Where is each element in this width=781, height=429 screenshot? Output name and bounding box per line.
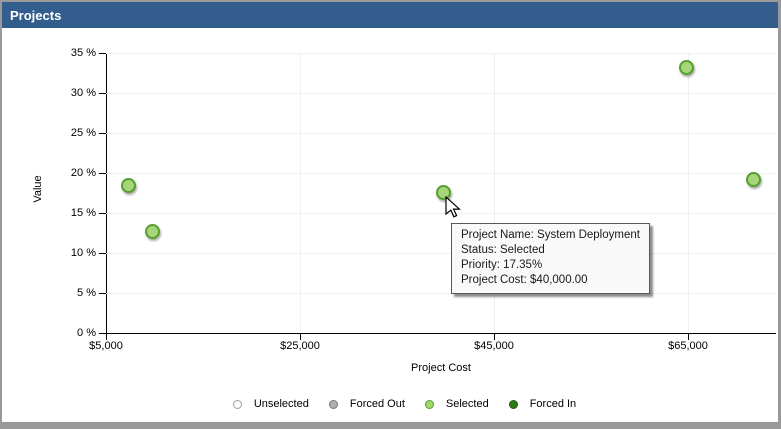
y-tick-mark bbox=[99, 53, 106, 54]
y-tick-mark bbox=[99, 213, 106, 214]
mouse-cursor-icon bbox=[445, 196, 461, 218]
data-point-selected[interactable] bbox=[678, 59, 694, 75]
x-axis-line bbox=[99, 333, 776, 334]
datapoint-tooltip: Project Name: System Deployment Status: … bbox=[451, 223, 650, 294]
data-point-selected[interactable] bbox=[145, 224, 160, 240]
tooltip-status: Status: Selected bbox=[461, 244, 545, 256]
x-tick-label: $65,000 bbox=[668, 340, 708, 352]
y-tick-label: 20 % bbox=[70, 167, 96, 179]
selected-marker-icon bbox=[424, 399, 434, 409]
data-point-selected[interactable] bbox=[746, 171, 762, 187]
x-tick-mark bbox=[688, 333, 689, 340]
projects-panel: Projects $65,000 $45,000 $25,000 $5,000 35 %… bbox=[0, 0, 781, 429]
y-tick-mark bbox=[99, 253, 106, 254]
y-tick-label: 30 % bbox=[70, 87, 96, 99]
y-tick-label: 0 % bbox=[77, 327, 96, 339]
gridline bbox=[106, 253, 776, 254]
legend-label: Unselected bbox=[253, 398, 309, 410]
gridline bbox=[300, 53, 301, 333]
x-tick-label: $45,000 bbox=[474, 340, 514, 352]
y-tick-mark bbox=[99, 173, 106, 174]
y-axis-line bbox=[106, 53, 107, 334]
tooltip-project-name: Project Name: System Deployment bbox=[461, 229, 640, 241]
forced-in-marker-icon bbox=[508, 399, 518, 409]
y-tick-mark bbox=[99, 93, 106, 94]
gridline bbox=[688, 53, 689, 333]
gridline bbox=[106, 93, 776, 94]
legend-item-selected[interactable]: Selected bbox=[424, 398, 489, 410]
gridline bbox=[106, 213, 776, 214]
unselected-marker-icon bbox=[232, 399, 242, 409]
y-axis-title: Value bbox=[32, 175, 44, 203]
legend-item-unselected[interactable]: Unselected bbox=[232, 398, 309, 410]
y-tick-label: 15 % bbox=[70, 207, 96, 219]
x-tick-mark bbox=[494, 333, 495, 340]
y-tick-mark bbox=[99, 133, 106, 134]
y-tick-label: 10 % bbox=[70, 247, 96, 259]
legend-label: Forced In bbox=[529, 398, 577, 410]
data-point-selected[interactable] bbox=[120, 177, 136, 193]
legend-item-forced-in[interactable]: Forced In bbox=[508, 398, 577, 410]
tooltip-priority: Priority: 17.35% bbox=[461, 259, 543, 271]
scatter-chart: $65,000 $45,000 $25,000 $5,000 35 % 30 % 25 % 2… bbox=[2, 2, 778, 422]
x-tick-mark bbox=[300, 333, 301, 340]
gridline bbox=[106, 173, 776, 174]
gridline bbox=[106, 293, 776, 294]
x-tick-mark bbox=[106, 333, 107, 340]
legend-label: Selected bbox=[445, 398, 489, 410]
x-axis-title: Project Cost bbox=[411, 362, 471, 374]
gridline bbox=[106, 133, 776, 134]
y-tick-mark bbox=[99, 293, 106, 294]
legend-label: Forced Out bbox=[349, 398, 405, 410]
forced-out-marker-icon bbox=[328, 399, 338, 409]
y-tick-label: 5 % bbox=[77, 287, 96, 299]
tooltip-project-cost: Project Cost: $40,000.00 bbox=[461, 274, 588, 286]
y-tick-label: 35 % bbox=[70, 47, 96, 59]
y-tick-label: 25 % bbox=[70, 127, 96, 139]
chart-legend: Unselected Forced Out Selected Forced In bbox=[28, 394, 778, 414]
x-tick-label: $25,000 bbox=[280, 340, 320, 352]
gridline bbox=[106, 53, 776, 54]
legend-item-forced-out[interactable]: Forced Out bbox=[328, 398, 405, 410]
